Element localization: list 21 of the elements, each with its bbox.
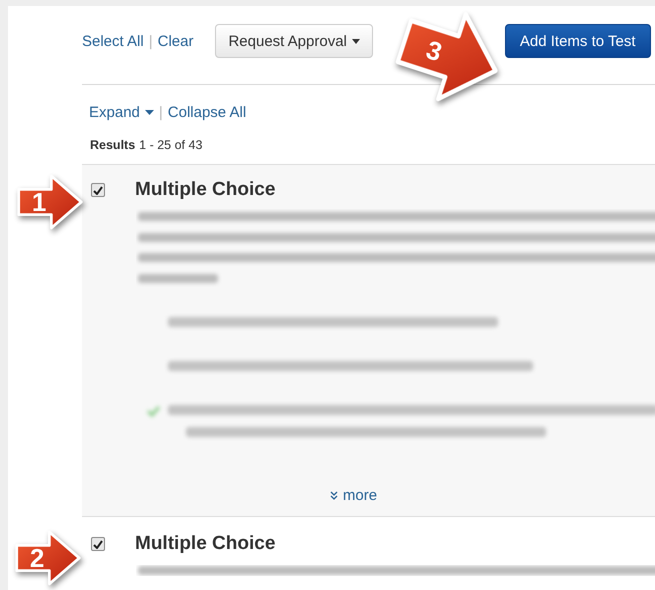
separator: | — [148, 32, 153, 50]
clear-link[interactable]: Clear — [158, 32, 194, 50]
checkbox[interactable] — [91, 183, 105, 197]
more-link[interactable]: more — [330, 487, 378, 504]
results-range: 1 - 25 of 43 — [139, 138, 202, 152]
question-type-title: Multiple Choice — [135, 533, 276, 555]
results-label: Results — [90, 138, 136, 152]
separator: | — [158, 104, 163, 121]
add-items-button[interactable]: Add Items to Test — [504, 24, 651, 58]
expand-link[interactable]: Expand — [89, 104, 154, 121]
request-approval-button[interactable]: Request Approval — [215, 24, 373, 58]
double-chevron-icon — [330, 491, 338, 500]
select-all-link[interactable]: Select All — [82, 32, 144, 50]
checkbox[interactable] — [91, 537, 105, 551]
caret-icon — [144, 110, 154, 115]
caret-icon — [352, 38, 360, 44]
collapse-all-link[interactable]: Collapse All — [168, 104, 246, 121]
question-type-title: Multiple Choice — [135, 179, 276, 201]
callout-number: 2 — [30, 545, 44, 571]
callout-number: 3 — [423, 36, 446, 66]
callout-number: 1 — [32, 189, 46, 215]
